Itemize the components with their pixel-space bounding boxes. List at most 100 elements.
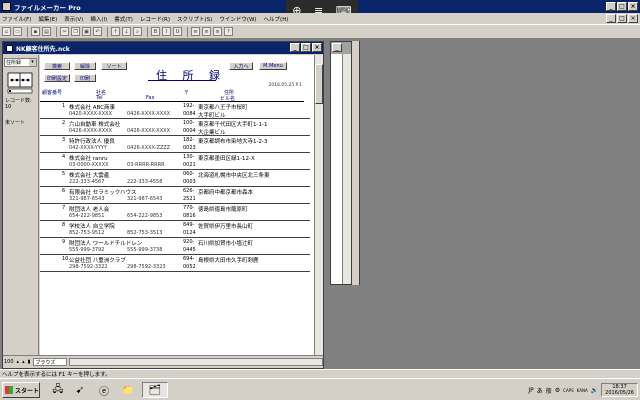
align-left-icon[interactable]: ≡ (191, 27, 200, 36)
print-button[interactable]: 印刷 (74, 74, 96, 82)
building: 大手町ビル (198, 113, 226, 119)
mdi-minimize-button[interactable]: _ (606, 14, 616, 23)
table-row[interactable]: 8 学校法人 自立学院 852-753-9512 852-753-3513 84… (40, 221, 310, 238)
app-close-button[interactable]: × (628, 2, 638, 11)
mode-select[interactable]: ブラウズ (33, 358, 68, 366)
copy-icon[interactable]: ❐ (71, 27, 80, 36)
chevron-down-icon[interactable]: ▾ (29, 59, 36, 66)
mdi-close-button[interactable]: × (628, 14, 638, 23)
speaker-icon[interactable]: 🔊 (591, 387, 598, 394)
zip-prefix: 694- (183, 256, 195, 262)
horizontal-scrollbar[interactable] (69, 358, 323, 366)
print-settings-button[interactable]: 印刷設定 (44, 74, 70, 82)
paste-icon[interactable]: ▣ (82, 27, 91, 36)
book-icon[interactable] (7, 71, 33, 95)
system-tray: JP あ 般 ⚙ CAPS KANA 🔊 18:37 2016/05/26 (528, 382, 638, 398)
secondary-window-title: _ (331, 42, 351, 54)
menu-records[interactable]: レコード(R) (140, 15, 170, 23)
fax-value: 222-333-4558 (127, 179, 163, 185)
cut-icon[interactable]: ✂ (60, 27, 69, 36)
table-row[interactable]: 6 有限会社 セラミックハウス 321-987-6543 321-987-654… (40, 187, 310, 204)
menu-file[interactable]: ファイル(F) (2, 15, 31, 23)
record-count-value: 10 (5, 104, 12, 110)
menu-window[interactable]: ウインドウ(W) (219, 15, 256, 23)
table-row[interactable]: 5 株式会社 大雲產 222-333-4567 222-333-4558 060… (40, 170, 310, 187)
menu-scripts[interactable]: スクリプト(S) (177, 15, 212, 23)
folder-icon[interactable]: 📁 (118, 382, 138, 398)
italic-icon[interactable]: I (162, 27, 171, 36)
mdi-restore-button[interactable]: □ (617, 14, 627, 23)
zip-prefix: 770- (183, 205, 195, 211)
table-row[interactable]: 2 六山自動車 株式会社 0426-XXXX-XXXX 0426-XXXX-XX… (40, 119, 310, 136)
sort-asc-icon[interactable]: ↑ (111, 27, 120, 36)
table-row[interactable]: 1 株式会社 ABC商事 0420-XXXX-XXXX 0426-XXXX-XX… (40, 102, 310, 119)
zoom-level[interactable]: 100 (4, 359, 14, 365)
vertical-scrollbar[interactable] (314, 55, 323, 355)
table-row[interactable]: 10 公益社団 八重洲クラブ 298-7592-3322 298-7592-33… (40, 255, 310, 272)
zoom-out-icon[interactable]: ▴ (17, 359, 20, 365)
record-number: 3 (62, 137, 66, 143)
underline-icon[interactable]: U (173, 27, 182, 36)
secondary-scrollbar[interactable] (342, 54, 351, 284)
undo-icon[interactable]: ↶ (93, 27, 102, 36)
main-menu-button[interactable]: M.Menu (259, 62, 287, 70)
table-row[interactable]: 9 財団法人 ワールドチルドレン 555-999-3792 555-999-37… (40, 238, 310, 255)
align-right-icon[interactable]: ≡ (213, 27, 222, 36)
company-name: 学校法人 自立学院 (69, 224, 115, 230)
zoom-in-icon[interactable]: ▴ (22, 359, 25, 365)
clock[interactable]: 18:37 2016/05/26 (601, 383, 638, 397)
app-maximize-button[interactable]: □ (617, 2, 627, 11)
unlock-button[interactable]: 解除 (74, 62, 96, 70)
doc-maximize-button[interactable]: □ (301, 43, 311, 52)
help-icon[interactable]: ? (224, 27, 233, 36)
start-button[interactable]: スタート (2, 382, 40, 398)
table-row[interactable]: 7 財団法人 老人会 654-222-9851 654-222-9853 770… (40, 204, 310, 221)
align-center-icon[interactable]: ≡ (202, 27, 211, 36)
zip-suffix: 0023 (183, 145, 196, 151)
doc-close-button[interactable]: × (312, 43, 322, 52)
company-name: 六山自動車 株式会社 (69, 122, 121, 128)
internet-explorer-icon[interactable]: ⓔ (94, 382, 114, 398)
menu-help[interactable]: ヘルプ(H) (264, 15, 289, 23)
fax-value: 0426-XXXX-XXXX (127, 111, 170, 117)
find-icon[interactable]: ⌕ (133, 27, 142, 36)
tel-value: 042-XXXX-YYYY (69, 145, 107, 151)
start-label: スタート (15, 387, 40, 395)
tel-value: 298-7592-3322 (69, 264, 108, 270)
menu-view[interactable]: 表示(V) (64, 15, 83, 23)
network-icon[interactable]: 🖧 (48, 382, 68, 398)
doc-minimize-button[interactable]: _ (290, 43, 300, 52)
bold-icon[interactable]: B (151, 27, 160, 36)
save-icon[interactable]: ▪ (31, 27, 40, 36)
sort-desc-icon[interactable]: ↓ (122, 27, 131, 36)
ime-mode[interactable]: JP (528, 387, 533, 394)
quicklaunch-arrow-icon[interactable]: ➹ (70, 382, 90, 398)
company-name: 財団法人 老人会 (69, 207, 110, 213)
entry-button[interactable]: 入力へ (229, 62, 253, 70)
ime-hiragana-icon[interactable]: あ (537, 386, 543, 395)
menu-insert[interactable]: 挿入(I) (90, 15, 107, 23)
menu-format[interactable]: 書式(T) (114, 15, 133, 23)
filemaker-task-button[interactable]: 🗂 (142, 382, 168, 398)
app-minimize-button[interactable]: _ (606, 2, 616, 11)
ime-tools-icon[interactable]: ⚙ (555, 387, 560, 394)
table-row[interactable]: 3 特許行政法人 優良 042-XXXX-YYYY 0426-XXXX-ZZZZ… (40, 136, 310, 153)
zip-suffix: 0816 (183, 213, 196, 219)
menu-edit[interactable]: 編集(E) (38, 15, 57, 23)
search-button[interactable]: 検索 (44, 62, 70, 70)
sort-button[interactable]: ソート (101, 62, 127, 70)
layout-content: 検索 解除 ソート 入力へ M.Menu 印刷設定 印刷 住 所 録 2016.… (40, 55, 314, 355)
zip-prefix: 182- (183, 137, 195, 143)
scroll-thumb[interactable] (315, 64, 323, 104)
print-icon[interactable]: ▤ (42, 27, 51, 36)
fax-value: 03-RRRR-RRRR (127, 162, 165, 168)
layout-select[interactable]: 住所録 ▾ (4, 58, 37, 67)
status-toggle-icon[interactable]: ▮ (28, 359, 31, 365)
secondary-minimize-button[interactable]: _ (332, 43, 342, 52)
address: 東京都墨田区緑1-12-X (198, 156, 255, 162)
zip-suffix: 0003 (183, 179, 196, 185)
new-file-icon[interactable]: ▫ (2, 27, 11, 36)
table-row[interactable]: 4 株式会社 ranru 03-0000-XXXXX 03-RRRR-RRRR … (40, 153, 310, 170)
ime-bar-icon[interactable]: 般 (546, 386, 552, 395)
open-file-icon[interactable]: ▭ (13, 27, 22, 36)
